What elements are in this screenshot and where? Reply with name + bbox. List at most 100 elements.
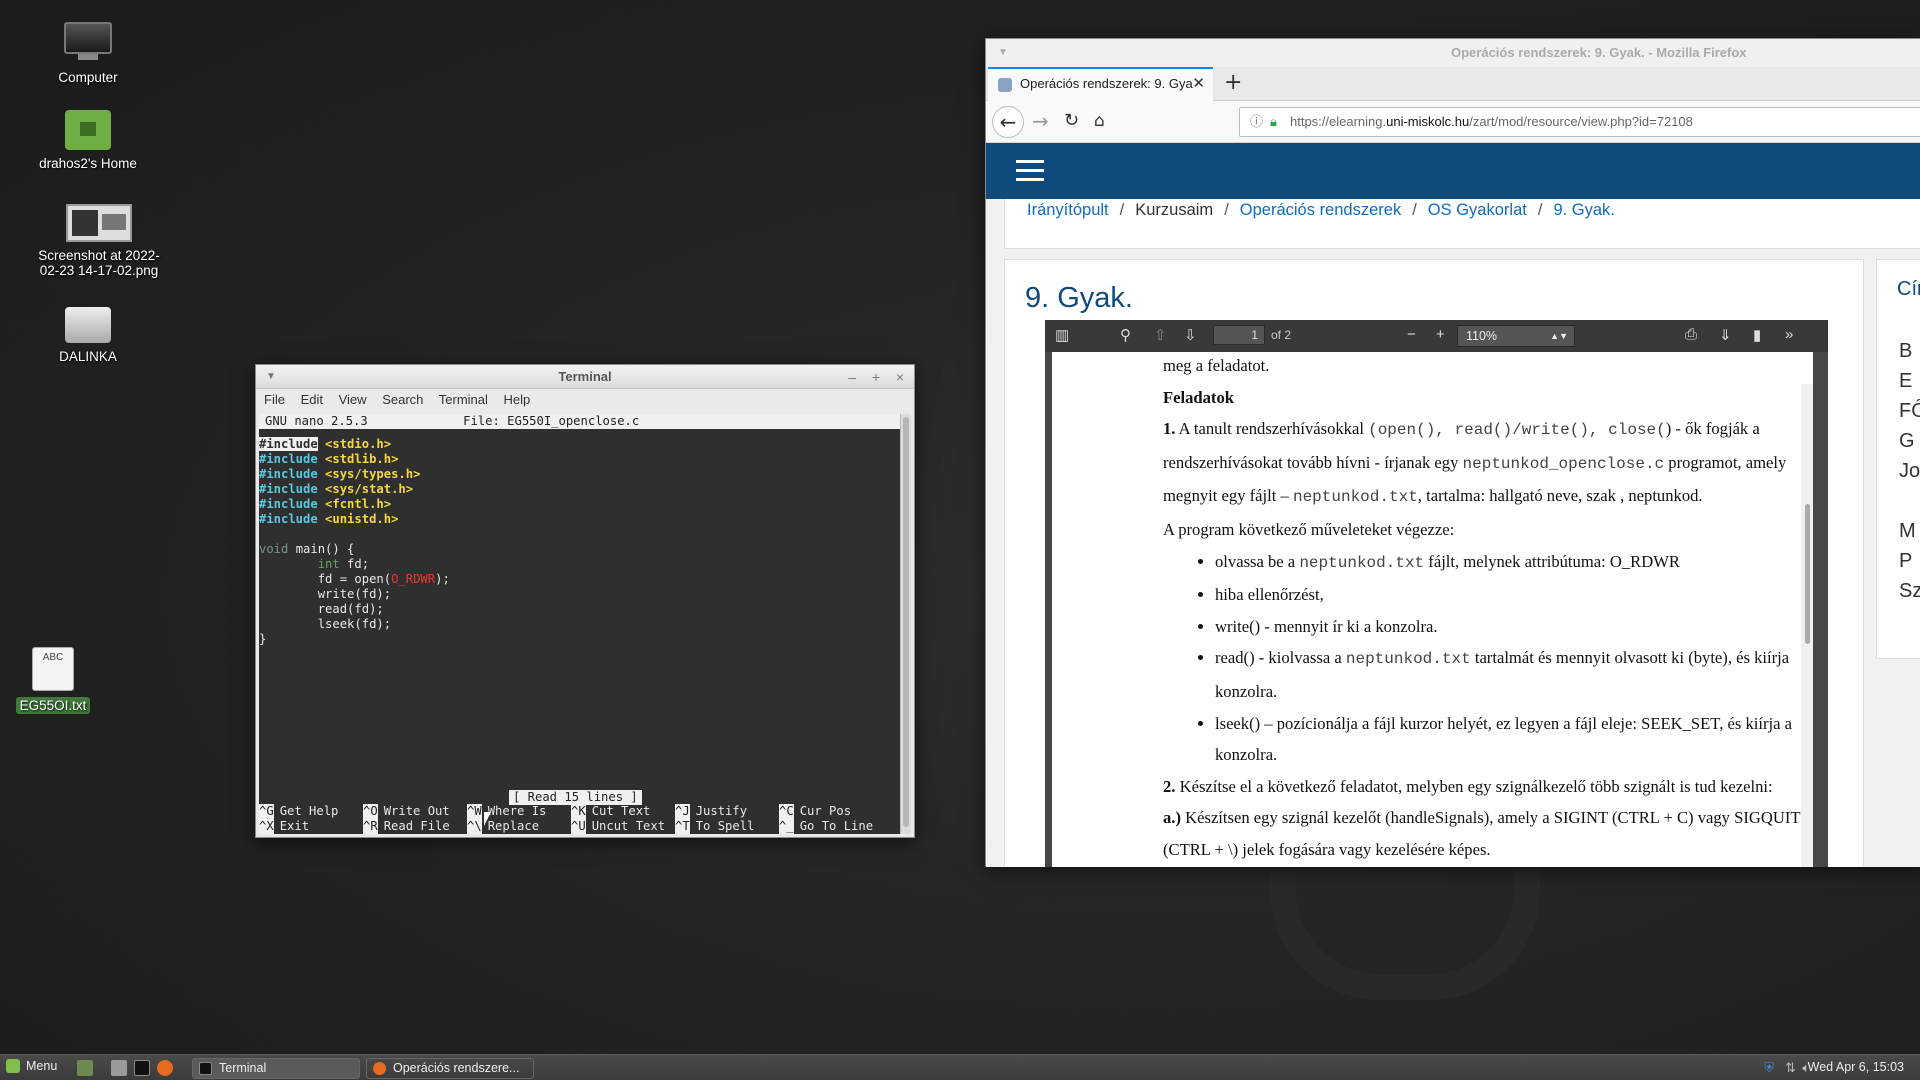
reload-button[interactable]: ↻ bbox=[1064, 109, 1079, 133]
tools-icon[interactable]: » bbox=[1785, 326, 1793, 343]
firefox-window-title: Operációs rendszerek: 9. Gyak. - Mozilla… bbox=[1451, 45, 1747, 60]
browser-tab-active[interactable]: Operációs rendszerek: 9. Gya ✕ bbox=[988, 67, 1213, 101]
shortcut-go-to-line: ^_ Go To Line bbox=[779, 819, 874, 834]
code-close-brace: } bbox=[259, 632, 267, 646]
terminal-title: Terminal bbox=[558, 369, 612, 384]
desktop-icon-label: DALINKA bbox=[59, 349, 117, 364]
computer-icon bbox=[64, 22, 112, 64]
mint-menu-icon bbox=[6, 1059, 20, 1073]
terminal-content[interactable]: GNU nano 2.5.3 File: EG550I_openclose.c … bbox=[259, 414, 902, 834]
favicon-icon bbox=[998, 78, 1012, 92]
include-header: <stdio.h> bbox=[325, 437, 392, 451]
zoom-out-icon[interactable]: − bbox=[1407, 326, 1416, 343]
forward-button[interactable]: → bbox=[1032, 109, 1049, 133]
taskbar-window-firefox[interactable]: Operációs rendszere... bbox=[366, 1058, 534, 1079]
hamburger-menu-icon[interactable] bbox=[1016, 160, 1044, 187]
network-icon[interactable]: ⇅ bbox=[1785, 1060, 1796, 1076]
page-number-input[interactable]: 1 bbox=[1213, 325, 1265, 345]
new-tab-button[interactable]: + bbox=[1224, 67, 1242, 99]
shortcut-to-spell: ^T To Spell bbox=[675, 819, 755, 834]
menu-view[interactable]: View bbox=[339, 392, 367, 407]
side-line: M bbox=[1899, 520, 1916, 542]
zoom-value: 110% bbox=[1466, 329, 1498, 343]
close-tab-icon[interactable]: ✕ bbox=[1192, 69, 1205, 99]
desktop-icon-computer[interactable]: Computer bbox=[23, 22, 153, 85]
resource-card: 9. Gyak. ▥ ⚲ ⇧ ⇩ 1 of 2 − + 110% ▲▼ ⎙ ⇓ ▮… bbox=[1004, 259, 1864, 867]
include-keyword: #include bbox=[259, 437, 318, 451]
breadcrumb-my-courses[interactable]: Kurzusaim bbox=[1135, 201, 1213, 219]
web-page[interactable]: Irányítópult / Kurzusaim / Operációs rendsze… bbox=[986, 143, 1920, 867]
include-header: <stdlib.h> bbox=[325, 452, 399, 466]
sidebar-toggle-icon[interactable]: ▥ bbox=[1055, 326, 1069, 344]
terminal-window[interactable]: ▼ Terminal – + × File Edit View Search T… bbox=[255, 364, 915, 838]
menu-help[interactable]: Help bbox=[504, 392, 531, 407]
code-main: main() { bbox=[288, 542, 355, 556]
window-menu-icon[interactable]: ▼ bbox=[266, 365, 276, 389]
terminal-launcher-icon[interactable] bbox=[134, 1060, 150, 1076]
code-open-post: ); bbox=[435, 572, 450, 586]
select-arrow-icon: ▲▼ bbox=[1550, 331, 1568, 341]
zoom-in-icon[interactable]: + bbox=[1436, 326, 1445, 343]
url-bar[interactable]: ⓘ 🔒︎ https://elearning.uni-miskolc.hu/za… bbox=[1239, 107, 1920, 137]
desktop-icon-label: EG55OI.txt bbox=[15, 697, 91, 714]
code-editor[interactable]: #include <stdio.h> #include <stdlib.h> #… bbox=[259, 437, 902, 647]
previous-page-icon[interactable]: ⇧ bbox=[1154, 326, 1167, 344]
pdf-scrollbar[interactable] bbox=[1801, 384, 1813, 867]
terminal-titlebar[interactable]: ▼ Terminal – + × bbox=[256, 365, 914, 389]
side-line: G bbox=[1899, 430, 1915, 452]
breadcrumb-section[interactable]: OS Gyakorlat bbox=[1428, 201, 1527, 219]
bookmark-icon[interactable]: ▮ bbox=[1753, 326, 1761, 344]
desktop-icon-textfile[interactable]: ABC EG55OI.txt bbox=[0, 647, 118, 714]
include-keyword: #include bbox=[259, 482, 318, 496]
code-int: int bbox=[317, 557, 340, 571]
text-file-icon: ABC bbox=[32, 647, 74, 691]
maximize-button[interactable]: + bbox=[872, 365, 880, 389]
download-icon[interactable]: ⇓ bbox=[1719, 326, 1732, 344]
files-launcher-icon[interactable] bbox=[111, 1060, 127, 1076]
clock[interactable]: Wed Apr 6, 15:03 bbox=[1808, 1060, 1904, 1074]
menu-edit[interactable]: Edit bbox=[301, 392, 323, 407]
terminal-scrollbar[interactable] bbox=[900, 414, 911, 834]
include-header: <sys/types.h> bbox=[325, 467, 421, 481]
side-line: FŐ bbox=[1899, 400, 1920, 422]
menu-terminal[interactable]: Terminal bbox=[439, 392, 488, 407]
breadcrumb-current[interactable]: 9. Gyak. bbox=[1553, 201, 1614, 219]
close-button[interactable]: × bbox=[896, 365, 904, 389]
show-desktop-icon[interactable] bbox=[77, 1060, 93, 1076]
start-menu-button[interactable]: Menu bbox=[6, 1059, 57, 1073]
breadcrumb-course[interactable]: Operációs rendszerek bbox=[1240, 201, 1401, 219]
info-icon[interactable]: ⓘ bbox=[1250, 108, 1263, 136]
menu-file[interactable]: File bbox=[264, 392, 285, 407]
pdf-page: meg a feladatot. Feladatok 1. A tanult r… bbox=[1052, 352, 1813, 867]
pdf-paragraph-1: 1. A tanult rendszerhívásokkal (open(), … bbox=[1163, 419, 1787, 507]
back-button[interactable]: ← bbox=[992, 106, 1024, 138]
desktop-icon-label: drahos2's Home bbox=[39, 156, 137, 171]
window-menu-icon[interactable]: ▼ bbox=[998, 39, 1008, 67]
minimize-button[interactable]: – bbox=[848, 365, 856, 389]
pdf-paragraph-3: 2. Készítse el a következő feladatot, me… bbox=[1163, 776, 1773, 796]
desktop-icon-screenshot[interactable]: Screenshot at 2022-02-23 14-17-02.png bbox=[34, 204, 164, 278]
taskbar-window-terminal[interactable]: Terminal bbox=[192, 1058, 360, 1079]
firefox-titlebar[interactable]: ▼ Operációs rendszerek: 9. Gyak. - Mozil… bbox=[986, 39, 1920, 67]
firefox-window[interactable]: ▼ Operációs rendszerek: 9. Gyak. - Mozil… bbox=[985, 38, 1920, 867]
zoom-select[interactable]: 110% ▲▼ bbox=[1457, 325, 1575, 347]
list-item: lseek() – pozícionálja a fájl kurzor hel… bbox=[1215, 708, 1803, 771]
code-fd-decl: fd; bbox=[339, 557, 370, 571]
side-line: P bbox=[1899, 550, 1913, 572]
shortcut-get-help: ^G Get Help bbox=[259, 804, 339, 819]
include-header: <sys/stat.h> bbox=[325, 482, 414, 496]
firefox-launcher-icon[interactable] bbox=[157, 1060, 173, 1076]
shield-icon[interactable]: ⛨ bbox=[1764, 1060, 1774, 1076]
pdf-text: meg a feladatot. Feladatok 1. A tanult r… bbox=[1163, 352, 1803, 866]
print-icon[interactable]: ⎙ bbox=[1685, 326, 1697, 343]
find-icon[interactable]: ⚲ bbox=[1120, 326, 1131, 344]
breadcrumb-dashboard[interactable]: Irányítópult bbox=[1027, 201, 1109, 219]
nano-shortcuts: ^G Get Help ^O Write Out ^W Where Is ^K Cut … bbox=[259, 804, 902, 834]
pdf-viewer[interactable]: ▥ ⚲ ⇧ ⇩ 1 of 2 − + 110%▲▼ ⎙ ⇓ ▮ » meg a bbox=[1045, 320, 1828, 867]
pdf-bullet-list: olvassa be a neptunkod.txt fájlt, melyne… bbox=[1215, 546, 1803, 771]
next-page-icon[interactable]: ⇩ bbox=[1184, 326, 1197, 344]
home-button[interactable]: ⌂ bbox=[1094, 109, 1105, 133]
desktop-icon-usb[interactable]: DALINKA bbox=[23, 307, 153, 364]
menu-search[interactable]: Search bbox=[382, 392, 423, 407]
desktop-icon-home[interactable]: drahos2's Home bbox=[23, 110, 153, 171]
